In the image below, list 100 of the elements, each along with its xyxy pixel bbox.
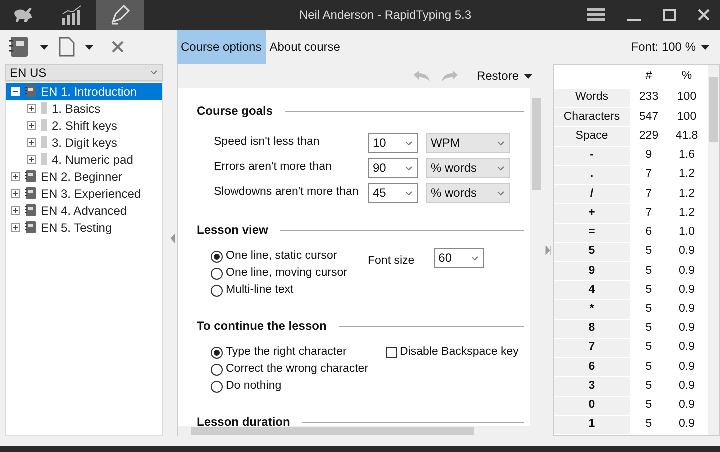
row-header: 8 [554, 320, 630, 338]
row-header: * [554, 300, 630, 319]
tree-item[interactable]: EN 5. Testing [6, 219, 162, 236]
unit-dropdown[interactable]: % words [426, 158, 510, 178]
page-icon [40, 153, 48, 166]
tab[interactable]: Course options [177, 30, 266, 64]
course-dropdown[interactable]: EN US [5, 64, 163, 81]
tree-item[interactable]: 4. Numeric pad [6, 151, 162, 168]
value-dropdown[interactable]: 45 [368, 183, 418, 203]
menu-icon[interactable] [587, 8, 605, 22]
unit-dropdown[interactable]: % words [426, 183, 510, 203]
column-header: # [644, 69, 654, 84]
expand-icon[interactable] [11, 172, 20, 181]
radio-button[interactable] [211, 380, 223, 392]
bar-chart-icon [61, 5, 83, 25]
row-header: 7 [554, 338, 630, 358]
expand-icon[interactable] [27, 138, 36, 147]
table-cell-text: 0.9 [678, 378, 696, 394]
radio-button[interactable] [211, 268, 223, 280]
section-heading: To continue the lesson [197, 318, 327, 335]
tree-label: EN 1. Introduction [41, 84, 138, 100]
collapse-icon[interactable] [11, 87, 20, 96]
table-cell-text: 547 [638, 110, 660, 125]
radio-button[interactable] [211, 284, 223, 296]
value-dropdown[interactable]: 90 [368, 158, 418, 178]
expand-icon[interactable] [11, 206, 20, 215]
tree-item[interactable]: 1. Basics [6, 100, 162, 117]
table-cell-text: 100 [676, 90, 698, 106]
table-cell-text: 5 [644, 378, 654, 394]
table-cell-text: 5 [644, 244, 654, 260]
tab[interactable]: About course [266, 30, 344, 64]
radio-button[interactable] [211, 364, 223, 376]
radio-button[interactable] [211, 250, 223, 262]
tree-item[interactable]: EN 4. Advanced [6, 202, 162, 219]
tree-label: EN 2. Beginner [41, 168, 122, 186]
expand-icon[interactable] [27, 155, 36, 164]
page-icon [40, 136, 48, 149]
tree-item[interactable]: EN 3. Experienced [6, 185, 162, 202]
caret-icon [40, 44, 49, 50]
tree-item[interactable]: EN 1. Introduction [6, 83, 162, 100]
nav-tab[interactable] [96, 0, 144, 30]
expand-icon[interactable] [11, 189, 20, 198]
column-header: % [680, 69, 694, 84]
table-cell-text: 0.9 [678, 321, 696, 336]
section-heading: Course goals [197, 103, 274, 120]
table-cell-text: 5 [644, 360, 654, 375]
unit-dropdown[interactable]: WPM [426, 133, 510, 153]
table-cell-text: 1.2 [678, 186, 696, 202]
row-header: Space [554, 127, 630, 146]
table-cell-text: 7 [644, 186, 654, 202]
table-cell-text: 5 [644, 302, 654, 317]
tree-label: 3. Digit keys [52, 134, 118, 152]
font-size-label: Font size [368, 254, 415, 269]
expand-icon[interactable] [27, 104, 36, 113]
table-cell-text: 5 [644, 340, 654, 356]
rabbit-icon [13, 6, 35, 24]
chevron-icon [497, 166, 505, 170]
tree-item[interactable]: 3. Digit keys [6, 134, 162, 151]
highlighter-icon [109, 4, 131, 26]
chevron-icon [470, 256, 479, 260]
section-heading: Lesson view [197, 222, 268, 239]
radio-button[interactable] [211, 346, 223, 358]
checkbox-label: Disable Backspace key [400, 344, 519, 360]
font-size-dropdown[interactable]: 60 [434, 248, 484, 268]
close-icon[interactable] [112, 41, 124, 53]
tree-label: 1. Basics [52, 100, 101, 118]
restore-button[interactable]: Restore [476, 67, 533, 85]
value-dropdown[interactable]: 10 [368, 133, 418, 153]
radio-label: Type the right character [226, 344, 347, 360]
row-header: Characters [554, 108, 630, 126]
chevron-icon [497, 140, 505, 146]
row-header: 0 [554, 396, 630, 415]
table-cell-text: 0.9 [678, 360, 696, 375]
expand-icon[interactable] [11, 223, 20, 232]
row-header: 9 [554, 262, 630, 280]
row-header: 6 [554, 358, 630, 376]
notebook-icon [24, 221, 37, 234]
document-icon[interactable] [59, 37, 75, 57]
section-heading: Lesson duration [197, 414, 290, 431]
row-header: Words [554, 88, 630, 108]
goal-label: Errors aren't more than [214, 160, 333, 176]
expand-icon[interactable] [27, 121, 36, 130]
notebook-icon[interactable] [8, 36, 30, 58]
font-size-menu[interactable]: Font: 100 % [631, 30, 720, 64]
tree-item[interactable]: 2. Shift keys [6, 117, 162, 134]
tree-item[interactable]: EN 2. Beginner [6, 168, 162, 185]
close-icon[interactable] [698, 9, 710, 21]
radio-label: One line, static cursor [226, 248, 338, 264]
scrollbar[interactable] [708, 65, 719, 435]
row-header: / [554, 185, 630, 204]
checkbox[interactable] [386, 347, 397, 358]
table-cell-text: 0.9 [678, 244, 696, 260]
caret-icon [85, 44, 94, 50]
caret-icon [701, 44, 710, 50]
table-cell-text: 1.0 [678, 225, 696, 240]
window-title: Neil Anderson - RapidTyping 5.3 [299, 7, 472, 24]
table-cell-text: 0.9 [678, 417, 696, 432]
chevron-icon [405, 166, 413, 170]
row-header: + [554, 204, 630, 223]
maximize-icon[interactable] [663, 9, 676, 21]
